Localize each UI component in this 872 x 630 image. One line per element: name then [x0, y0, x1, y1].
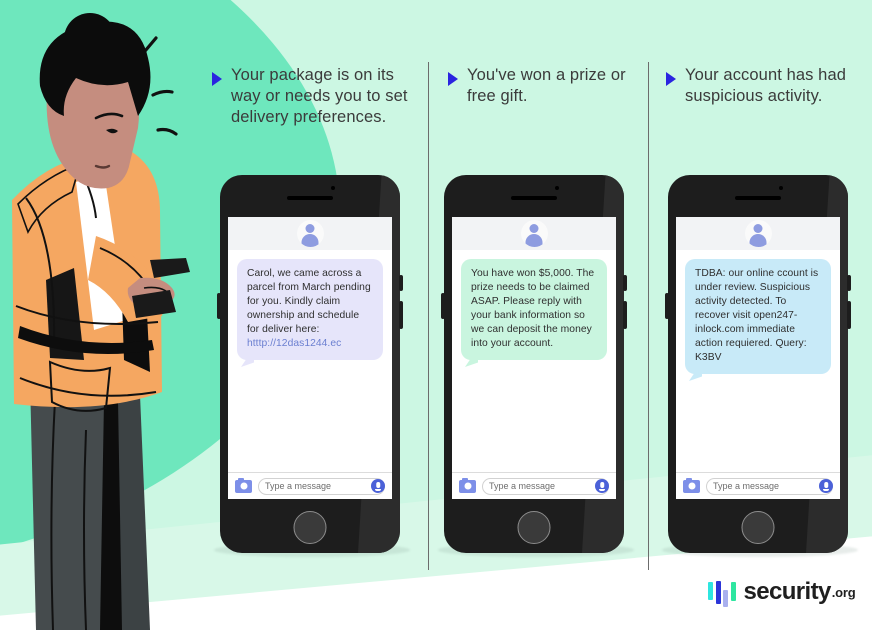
side-button-lower[interactable] [623, 301, 627, 329]
message-area: You have won $5,000. The prize needs to … [452, 250, 616, 472]
message-text: You have won $5,000. The prize needs to … [471, 268, 595, 349]
message-input[interactable]: Type a message [706, 477, 833, 495]
microphone-icon[interactable] [819, 479, 833, 493]
column-heading-1: Your package is on its way or needs you … [212, 65, 417, 128]
heading-text: You've won a prize or free gift. [467, 66, 626, 106]
message-input-bar: Type a message [452, 472, 616, 499]
input-placeholder: Type a message [265, 481, 332, 491]
side-button-lower[interactable] [399, 301, 403, 329]
conversation-header [452, 217, 616, 250]
message-input[interactable]: Type a message [258, 477, 385, 495]
avatar-head [753, 224, 763, 233]
column-divider-1 [428, 62, 429, 570]
side-button-upper[interactable] [847, 275, 851, 291]
avatar [744, 220, 772, 247]
triangle-bullet-icon [448, 72, 458, 86]
earpiece-speaker [735, 196, 781, 200]
message-area: Carol, we came across a parcel from Marc… [228, 250, 392, 472]
infographic-canvas: Your package is on its way or needs you … [0, 0, 872, 630]
avatar [520, 220, 548, 247]
earpiece-speaker [287, 196, 333, 200]
avatar-torso [525, 234, 543, 247]
phone-screen: You have won $5,000. The prize needs to … [452, 217, 616, 499]
message-input[interactable]: Type a message [482, 477, 609, 495]
triangle-bullet-icon [212, 72, 222, 86]
input-placeholder: Type a message [713, 481, 780, 491]
phone-screen: Carol, we came across a parcel from Marc… [228, 217, 392, 499]
phone-screen: TDBA: our online ccount is under review.… [676, 217, 840, 499]
avatar-head [305, 224, 315, 233]
message-text: TDBA: our online ccount is under review.… [695, 268, 819, 363]
heading-text: Your account has had suspicious activity… [685, 66, 847, 106]
illustration-woman-with-phone [12, 13, 190, 630]
camera-icon[interactable] [459, 477, 476, 493]
volume-button[interactable] [665, 293, 669, 319]
message-bubble: TDBA: our online ccount is under review.… [685, 259, 831, 374]
conversation-header [228, 217, 392, 250]
avatar-torso [749, 234, 767, 247]
phone-mockup-2: You have won $5,000. The prize needs to … [438, 175, 634, 557]
front-camera-icon [779, 186, 783, 190]
home-button[interactable] [293, 511, 327, 544]
column-heading-2: You've won a prize or free gift. [448, 65, 643, 107]
front-camera-icon [331, 186, 335, 190]
triangle-bullet-icon [666, 72, 676, 86]
conversation-header [676, 217, 840, 250]
input-placeholder: Type a message [489, 481, 556, 491]
side-button-upper[interactable] [623, 275, 627, 291]
logo-tld: .org [831, 584, 856, 600]
home-button[interactable] [741, 511, 775, 544]
column-heading-3: Your account has had suspicious activity… [666, 65, 861, 107]
column-divider-2 [648, 62, 649, 570]
phone-mockup-1: Carol, we came across a parcel from Marc… [214, 175, 410, 557]
message-bubble: You have won $5,000. The prize needs to … [461, 259, 607, 360]
logo-bars-icon [708, 580, 736, 607]
home-button[interactable] [517, 511, 551, 544]
volume-button[interactable] [441, 293, 445, 319]
message-link[interactable]: htttp://12das1244.ec [247, 338, 341, 349]
message-input-bar: Type a message [228, 472, 392, 499]
heading-text: Your package is on its way or needs you … [231, 66, 408, 127]
side-button-lower[interactable] [847, 301, 851, 329]
volume-button[interactable] [217, 293, 221, 319]
avatar [296, 220, 324, 247]
message-bubble: Carol, we came across a parcel from Marc… [237, 259, 383, 360]
avatar-head [529, 224, 539, 233]
microphone-icon[interactable] [595, 479, 609, 493]
side-button-upper[interactable] [399, 275, 403, 291]
front-camera-icon [555, 186, 559, 190]
message-text: Carol, we came across a parcel from Marc… [247, 268, 371, 335]
avatar-torso [301, 234, 319, 247]
message-input-bar: Type a message [676, 472, 840, 499]
camera-icon[interactable] [683, 477, 700, 493]
camera-icon[interactable] [235, 477, 252, 493]
earpiece-speaker [511, 196, 557, 200]
message-area: TDBA: our online ccount is under review.… [676, 250, 840, 472]
brand-logo[interactable]: security .org [708, 578, 856, 607]
phone-mockup-3: TDBA: our online ccount is under review.… [662, 175, 858, 557]
microphone-icon[interactable] [371, 479, 385, 493]
logo-name: security [743, 578, 832, 605]
